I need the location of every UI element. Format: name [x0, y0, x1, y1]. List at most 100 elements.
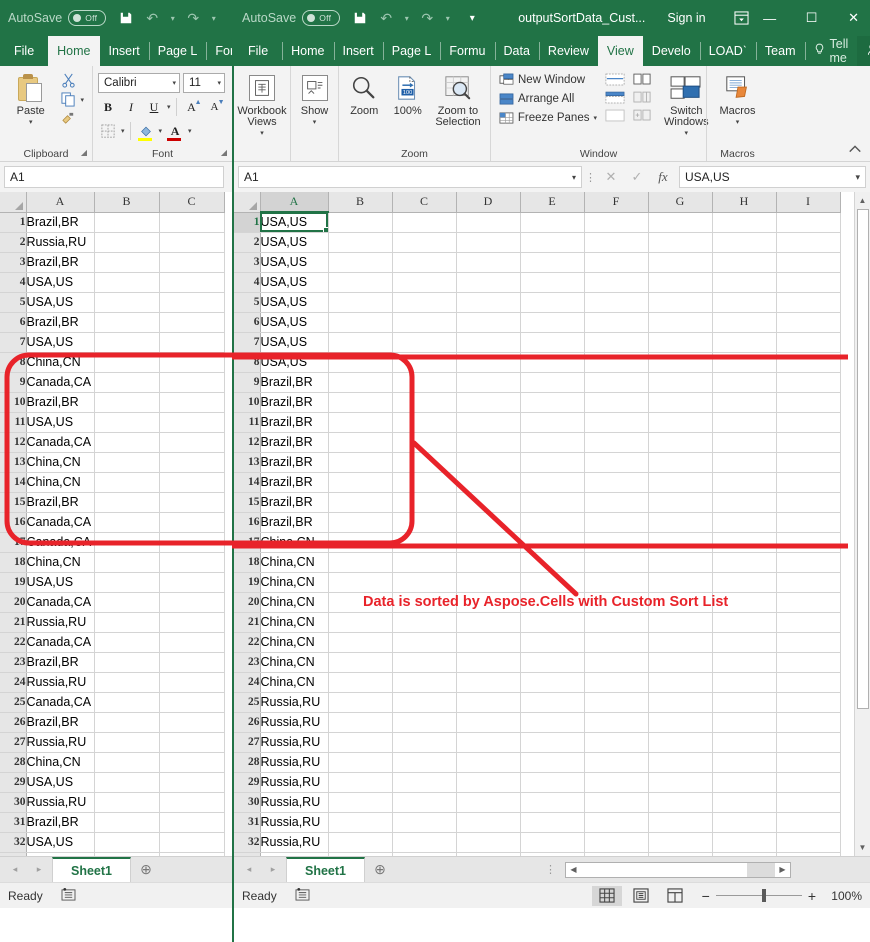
cell-B22[interactable] [328, 632, 392, 652]
left-autosave-toggle[interactable]: Off [68, 10, 106, 26]
row-header-14[interactable]: 14 [234, 472, 260, 492]
cell-C18[interactable] [392, 552, 456, 572]
cell-B12[interactable] [94, 432, 159, 452]
cell-E27[interactable] [520, 732, 584, 752]
row-header-11[interactable]: 11 [0, 412, 26, 432]
right-tab-page-layout[interactable]: Page L [383, 36, 441, 66]
cell-I4[interactable] [776, 272, 840, 292]
minimize-button[interactable]: — [749, 0, 791, 36]
cell-C19[interactable] [159, 572, 224, 592]
cell-A9[interactable]: Brazil,BR [260, 372, 328, 392]
macros-dropdown-icon[interactable]: ▾ [736, 117, 740, 129]
cell-G28[interactable] [648, 752, 712, 772]
cell-I29[interactable] [776, 772, 840, 792]
cell-D21[interactable] [456, 612, 520, 632]
right-tab-view[interactable]: View [598, 36, 643, 66]
cell-A32[interactable]: USA,US [26, 832, 94, 852]
freeze-panes-button[interactable]: Freeze Panes ▾ [496, 110, 600, 126]
tab-insert[interactable]: Insert [100, 36, 149, 66]
cell-C30[interactable] [392, 792, 456, 812]
row-header-19[interactable]: 19 [0, 572, 26, 592]
cell-B1[interactable] [94, 212, 159, 232]
cell-C4[interactable] [392, 272, 456, 292]
sheet-tab-splitter[interactable]: ⋮ [545, 863, 555, 876]
cell-F29[interactable] [584, 772, 648, 792]
row-header-9[interactable]: 9 [234, 372, 260, 392]
cell-H13[interactable] [712, 452, 776, 472]
cell-B21[interactable] [328, 612, 392, 632]
cell-G8[interactable] [648, 352, 712, 372]
italic-button[interactable]: I [121, 97, 141, 117]
cell-B18[interactable] [94, 552, 159, 572]
font-name-chevron-down-icon[interactable]: ▾ [172, 79, 176, 87]
redo-dropdown-icon[interactable]: ▾ [207, 5, 220, 31]
cell-I33[interactable] [776, 852, 840, 856]
cell-C25[interactable] [159, 692, 224, 712]
cell-C24[interactable] [392, 672, 456, 692]
workbook-views-button[interactable]: Workbook Views ▾ [237, 69, 286, 140]
row-header-15[interactable]: 15 [0, 492, 26, 512]
cell-H23[interactable] [712, 652, 776, 672]
cell-I30[interactable] [776, 792, 840, 812]
cell-C7[interactable] [392, 332, 456, 352]
zoom-in-icon[interactable]: + [808, 888, 816, 904]
horizontal-scroll-track[interactable] [747, 863, 775, 877]
cell-B14[interactable] [94, 472, 159, 492]
maximize-button[interactable]: ☐ [791, 0, 833, 36]
cell-G31[interactable] [648, 812, 712, 832]
cell-D18[interactable] [456, 552, 520, 572]
cell-F4[interactable] [584, 272, 648, 292]
cell-C22[interactable] [159, 632, 224, 652]
right-tab-formulas[interactable]: Formu [440, 36, 494, 66]
cell-G16[interactable] [648, 512, 712, 532]
cell-B32[interactable] [328, 832, 392, 852]
cell-G13[interactable] [648, 452, 712, 472]
row-header-17[interactable]: 17 [0, 532, 26, 552]
cell-I24[interactable] [776, 672, 840, 692]
cell-D13[interactable] [456, 452, 520, 472]
borders-button[interactable] [98, 121, 118, 141]
cell-B25[interactable] [94, 692, 159, 712]
cell-G2[interactable] [648, 232, 712, 252]
cell-I13[interactable] [776, 452, 840, 472]
shrink-font-button[interactable]: A ▼ [205, 97, 225, 117]
cell-F12[interactable] [584, 432, 648, 452]
freeze-panes-dropdown-icon[interactable]: ▾ [593, 114, 597, 122]
cell-D9[interactable] [456, 372, 520, 392]
cell-F19[interactable] [584, 572, 648, 592]
cell-F15[interactable] [584, 492, 648, 512]
cell-A16[interactable]: Brazil,BR [260, 512, 328, 532]
cell-A22[interactable]: Canada,CA [26, 632, 94, 652]
cell-B20[interactable] [94, 592, 159, 612]
font-dialog-launcher-icon[interactable]: ◢ [221, 146, 227, 160]
cell-C21[interactable] [159, 612, 224, 632]
right-undo-icon[interactable]: ↶ [374, 5, 398, 31]
cell-B13[interactable] [94, 452, 159, 472]
cell-G23[interactable] [648, 652, 712, 672]
row-header-14[interactable]: 14 [0, 472, 26, 492]
zoom-out-icon[interactable]: − [702, 888, 710, 904]
cell-H12[interactable] [712, 432, 776, 452]
cell-A20[interactable]: Canada,CA [26, 592, 94, 612]
cell-A19[interactable]: USA,US [26, 572, 94, 592]
show-dropdown-icon[interactable]: ▾ [313, 117, 317, 129]
right-tab-insert[interactable]: Insert [334, 36, 383, 66]
cell-C18[interactable] [159, 552, 224, 572]
cell-C13[interactable] [159, 452, 224, 472]
cell-I20[interactable] [776, 592, 840, 612]
cell-H31[interactable] [712, 812, 776, 832]
cell-I2[interactable] [776, 232, 840, 252]
cell-A24[interactable]: China,CN [260, 672, 328, 692]
cell-A14[interactable]: Brazil,BR [260, 472, 328, 492]
cell-C29[interactable] [159, 772, 224, 792]
cell-C23[interactable] [159, 652, 224, 672]
cell-A3[interactable]: USA,US [260, 252, 328, 272]
switch-windows-button[interactable]: Switch Windows ▾ [664, 69, 709, 140]
cell-A28[interactable]: China,CN [26, 752, 94, 772]
cell-A5[interactable]: USA,US [260, 292, 328, 312]
cell-A3[interactable]: Brazil,BR [26, 252, 94, 272]
cell-C14[interactable] [159, 472, 224, 492]
cell-A31[interactable]: Russia,RU [260, 812, 328, 832]
cell-I17[interactable] [776, 532, 840, 552]
cell-A1[interactable]: Brazil,BR [26, 212, 94, 232]
